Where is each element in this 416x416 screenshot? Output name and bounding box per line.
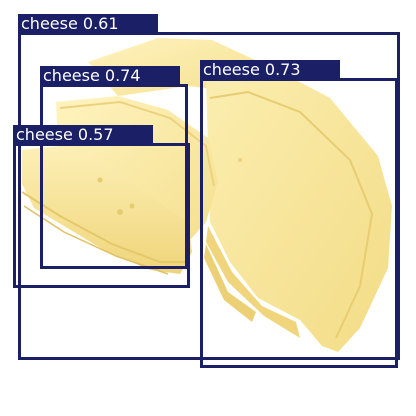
detection-label-cheese-074: cheese 0.74 [40,66,180,85]
detection-label-cheese-057: cheese 0.57 [13,125,153,144]
detection-label-cheese-061: cheese 0.61 [18,14,158,33]
detection-label-cheese-073: cheese 0.73 [200,60,340,79]
detection-image: cheese 0.61 cheese 0.74 cheese 0.73 chee… [0,0,416,416]
detection-box-cheese-057 [13,143,190,288]
detection-box-cheese-073 [200,78,398,368]
